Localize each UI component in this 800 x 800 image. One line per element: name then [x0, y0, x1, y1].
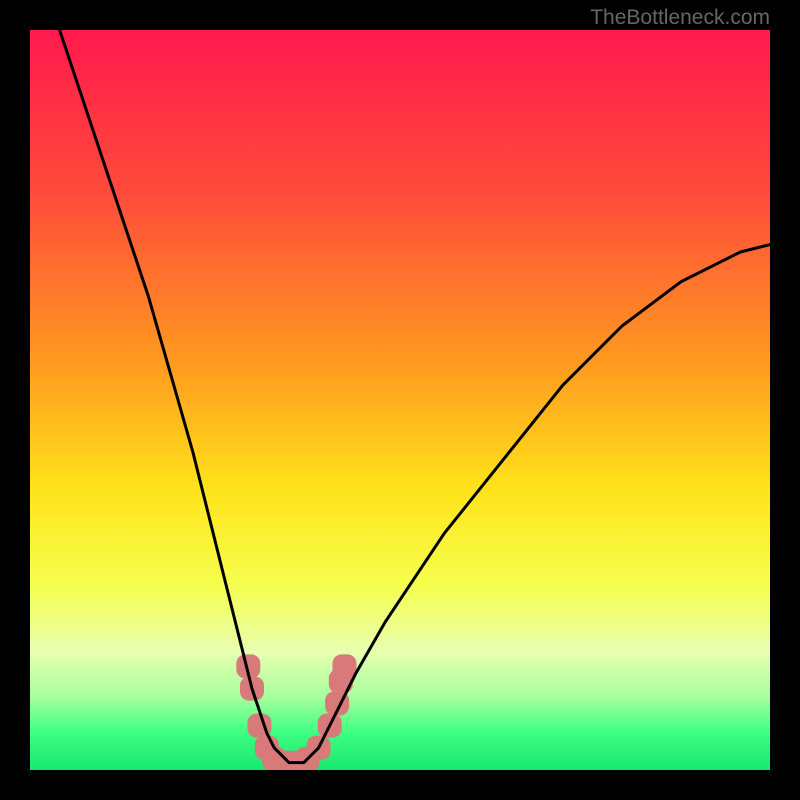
watermark-text: TheBottleneck.com — [590, 6, 770, 30]
bottleneck-marker — [333, 654, 357, 678]
chart-frame: TheBottleneck.com — [0, 0, 800, 800]
plot-area — [30, 30, 770, 770]
chart-svg — [30, 30, 770, 770]
gradient-background — [30, 30, 770, 770]
